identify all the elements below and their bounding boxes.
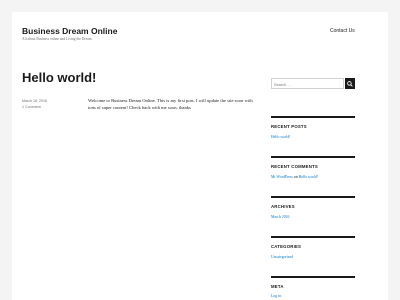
archive-link[interactable]: March 2016 [271, 215, 355, 219]
login-link[interactable]: Log in [271, 294, 355, 298]
search-button[interactable] [345, 78, 355, 89]
widget-meta: META Log in [271, 276, 355, 298]
site-title[interactable]: Business Dream Online [22, 26, 117, 36]
widget-archives: ARCHIVES March 2016 [271, 196, 355, 219]
post-meta: March 18, 2016 1 Comment [22, 98, 47, 110]
category-link[interactable]: Uncategorized [271, 255, 355, 259]
comment-post-link[interactable]: Hello world! [299, 175, 319, 179]
recent-comment-item: Mr WordPress on Hello world! [271, 175, 355, 179]
comment-on-text: on [293, 175, 298, 179]
search-form [271, 78, 355, 89]
site-tagline: All about Business online and Living the… [22, 37, 92, 41]
post-title[interactable]: Hello world! [22, 70, 96, 85]
recent-post-link[interactable]: Hello world! [271, 135, 355, 139]
nav-contact-link[interactable]: Contact Us [330, 28, 355, 34]
widget-recent-posts: RECENT POSTS Hello world! [271, 116, 355, 139]
widget-title: CATEGORIES [271, 244, 302, 249]
post-comments-link[interactable]: 1 Comment [22, 104, 47, 110]
search-input[interactable] [271, 78, 344, 89]
widget-categories: CATEGORIES Uncategorized [271, 236, 355, 259]
comment-author-link[interactable]: Mr WordPress [271, 175, 293, 179]
post-content: Welcome to Business Dream Online. This i… [88, 98, 253, 110]
widget-recent-comments: RECENT COMMENTS Mr WordPress on Hello wo… [271, 156, 355, 179]
widget-title: ARCHIVES [271, 204, 295, 209]
widget-title: RECENT COMMENTS [271, 164, 318, 169]
widget-title: RECENT POSTS [271, 124, 307, 129]
widget-title: META [271, 284, 284, 289]
search-icon [347, 80, 353, 87]
